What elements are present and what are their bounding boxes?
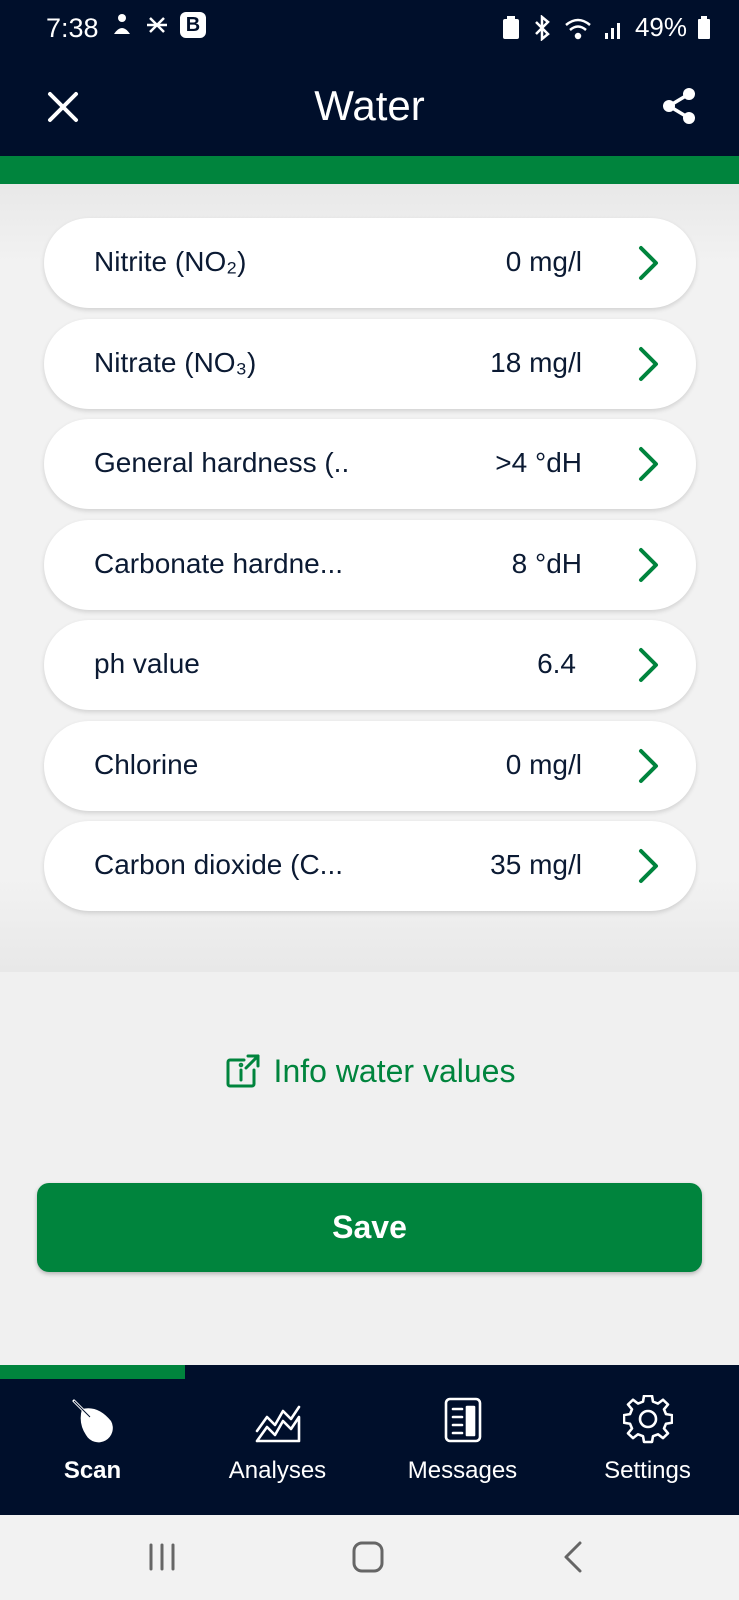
chevron-right-icon [639, 648, 658, 682]
wifi-icon [565, 18, 591, 39]
parameter-label: Carbon dioxide (C... [94, 849, 344, 880]
chevron-right-icon [639, 849, 658, 883]
info-link-label: Info water values [273, 1052, 516, 1089]
parameter-label: Carbonate hardne... [94, 547, 344, 579]
chevron-right-icon [639, 246, 658, 280]
parameter-row-nitrate[interactable]: Nitrate (NO₃) 18 mg/l [44, 318, 696, 409]
nav-item-messages[interactable]: Messages [370, 1395, 555, 1485]
parameter-row-ph-value[interactable]: ph value 6.4 [44, 620, 696, 710]
save-button[interactable]: Save [37, 1183, 702, 1272]
gear-icon [622, 1395, 673, 1444]
nav-label: Scan [63, 1457, 122, 1484]
nav-item-settings[interactable]: Settings [555, 1395, 739, 1485]
status-time: 7:38 [46, 13, 99, 43]
nav-label: Settings [604, 1457, 691, 1484]
header-progress-strip [0, 156, 739, 184]
scan-drop-icon [72, 1399, 113, 1443]
back-icon[interactable] [552, 1535, 598, 1581]
parameter-value: 0 mg/l [505, 246, 582, 277]
chevron-right-icon [639, 346, 658, 381]
news-icon [444, 1397, 481, 1443]
parameter-row-chlorine[interactable]: Chlorine 0 mg/l [44, 720, 696, 811]
home-icon[interactable] [346, 1535, 392, 1581]
parameter-row-carbonate-hardness[interactable]: Carbonate hardne... 8 °dH [44, 519, 696, 610]
chart-icon [255, 1405, 300, 1443]
status-system-icons: 49% [501, 12, 711, 43]
chevron-right-icon [639, 748, 658, 783]
nav-label: Messages [407, 1457, 518, 1484]
app-header: Water [0, 58, 739, 156]
parameter-row-general-hardness[interactable]: General hardness (.. >4 °dH [44, 419, 696, 509]
notification-person-icon [114, 14, 130, 34]
page-title: Water [314, 82, 425, 129]
signal-icon [604, 22, 620, 39]
recent-apps-icon[interactable] [140, 1535, 186, 1581]
status-notification-icons: B [110, 12, 206, 38]
nav-item-scan[interactable]: Scan [0, 1395, 185, 1485]
parameter-label: Nitrate (NO₃) [94, 346, 257, 378]
parameter-row-nitrite[interactable]: Nitrite (NO₂) 0 mg/l [44, 218, 696, 308]
parameter-value: 6.4 [537, 648, 576, 679]
battery-percent: 49% [634, 12, 687, 42]
parameter-value: 18 mg/l [490, 346, 582, 378]
parameter-label: Chlorine [94, 748, 199, 780]
notification-snowflake-icon [147, 17, 167, 33]
nav-item-analyses[interactable]: Analyses [185, 1395, 370, 1485]
notification-b-icon: B [180, 12, 206, 38]
nav-active-indicator [0, 1365, 185, 1379]
parameter-value: 8 °dH [511, 547, 582, 579]
parameter-value: 35 mg/l [490, 849, 582, 880]
bluetooth-icon [535, 14, 550, 41]
parameter-row-carbon-dioxide[interactable]: Carbon dioxide (C... 35 mg/l [44, 821, 696, 911]
info-water-values-link[interactable]: Info water values [0, 1052, 739, 1090]
parameter-value: >4 °dH [495, 447, 582, 478]
status-bar: 7:38 B 49% [0, 0, 739, 58]
parameter-label: General hardness (.. [94, 447, 350, 478]
battery-icon [698, 15, 710, 39]
external-info-icon [226, 1054, 260, 1088]
parameter-value: 0 mg/l [505, 748, 582, 780]
chevron-right-icon [639, 547, 658, 582]
nav-label: Analyses [228, 1457, 327, 1484]
chevron-right-icon [639, 447, 658, 481]
battery-saver-icon [502, 15, 519, 39]
bottom-nav: Scan Analyses Messages Settings [0, 1365, 739, 1515]
parameter-label: Nitrite (NO₂) [94, 246, 247, 277]
share-icon[interactable] [657, 84, 701, 128]
parameter-list: Nitrite (NO₂) 0 mg/l Nitrate (NO₃) 18 mg… [44, 218, 696, 922]
system-nav-bar [0, 1515, 739, 1600]
parameter-label: ph value [94, 648, 200, 679]
